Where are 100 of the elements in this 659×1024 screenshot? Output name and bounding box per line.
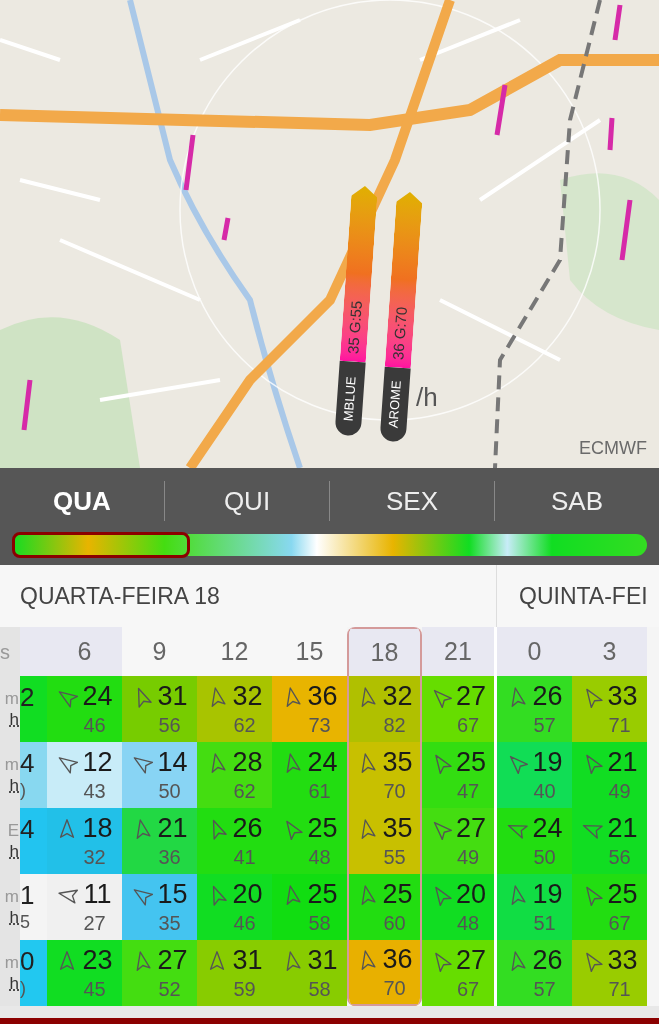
gust-speed: 48: [455, 911, 480, 937]
wind-speed: 36: [307, 679, 338, 713]
gust-speed: 46: [82, 713, 106, 739]
wind-speed: 19: [532, 877, 563, 911]
gust-speed: 62: [232, 779, 256, 805]
gust-speed: 58: [307, 977, 331, 1003]
gust-speed: 60: [382, 911, 406, 937]
wind-speed: 31: [307, 943, 338, 977]
row-label: m: [4, 951, 19, 973]
gust-speed: 45: [82, 977, 106, 1003]
timeline-selection[interactable]: [12, 532, 190, 558]
source-label: ECMWF: [579, 437, 647, 460]
day-heading: QUINTA-FEI: [519, 581, 648, 611]
wind-speed: 12: [82, 745, 113, 779]
wind-speed: 33: [607, 943, 638, 977]
hour-cell[interactable]: 21: [422, 627, 494, 676]
gust-speed: 55: [382, 845, 406, 871]
gust-speed: 67: [455, 713, 480, 739]
wind-speed: 36: [382, 942, 413, 976]
gust-speed: 35: [157, 911, 181, 937]
wind-speed: 25: [382, 877, 413, 911]
gust-speed: 56: [607, 845, 631, 871]
row-label: E: [7, 819, 19, 841]
row-label: m: [4, 753, 19, 775]
wind-speed: 21: [607, 745, 638, 779]
hour-cell[interactable]: 3: [572, 627, 647, 676]
wind-speed: 11: [83, 877, 112, 911]
wind-speed: 26: [232, 811, 263, 845]
hour-cell[interactable]: 0: [497, 627, 572, 676]
gust-speed: 82: [382, 713, 406, 739]
gust-speed: 52: [157, 977, 181, 1003]
gust-speed: 71: [607, 977, 631, 1003]
hour-cell[interactable]: 18: [349, 627, 420, 676]
wind-speed: 21: [607, 811, 638, 845]
row-unit: h: [9, 841, 19, 863]
wind-speed: 19: [532, 745, 563, 779]
gust-speed: 32: [82, 845, 106, 871]
gust-speed: 71: [607, 713, 631, 739]
row-unit: h: [9, 973, 19, 995]
day-tab[interactable]: QUA: [41, 481, 123, 521]
gust-speed: 49: [607, 779, 631, 805]
gust-speed: 51: [532, 911, 556, 937]
gust-speed: 67: [607, 911, 631, 937]
wind-speed: 25: [307, 877, 338, 911]
hour-cell[interactable]: 6: [47, 627, 122, 676]
wind-speed: 24: [532, 811, 563, 845]
gust-speed: 36: [157, 845, 181, 871]
gust-speed: 49: [455, 845, 480, 871]
wind-speed: 27: [157, 943, 188, 977]
gust-speed: 59: [232, 977, 256, 1003]
wind-speed: 14: [157, 745, 188, 779]
wind-cell: 4: [20, 808, 47, 874]
wind-speed: 27: [455, 811, 486, 845]
wind-speed: 18: [82, 811, 113, 845]
wind-speed: 28: [232, 745, 263, 779]
gust-speed: 27: [82, 911, 106, 937]
gust-speed: 58: [307, 911, 331, 937]
wind-speed: 15: [157, 877, 188, 911]
wind-speed: 26: [532, 943, 563, 977]
gust-speed: 41: [232, 845, 256, 871]
wind-speed: 20: [455, 877, 486, 911]
gust-speed: 57: [532, 977, 556, 1003]
wind-speed: 32: [382, 679, 413, 713]
wind-reading: 36 G:70: [388, 305, 411, 361]
gust-speed: 61: [307, 779, 331, 805]
hour-cell: [20, 627, 47, 676]
wind-cell: 2: [20, 676, 47, 742]
wind-speed: 25: [607, 877, 638, 911]
wind-speed: 35: [382, 745, 413, 779]
day-tab[interactable]: QUI: [211, 481, 283, 521]
wind-speed: 27: [455, 943, 486, 977]
row-unit: h: [9, 907, 19, 929]
selected-column-frame[interactable]: 18 32 82 35 70 35 55 25 60 36 70: [347, 627, 422, 1006]
gust-speed: 70: [382, 779, 406, 805]
gust-speed: 57: [532, 713, 556, 739]
wind-speed: 20: [232, 877, 263, 911]
day-tab[interactable]: SEX: [374, 481, 450, 521]
gust-speed: 40: [532, 779, 556, 805]
gust-speed: 67: [455, 977, 480, 1003]
gust-speed: 48: [307, 845, 331, 871]
row-unit: h: [9, 775, 19, 797]
row-unit: h: [9, 709, 19, 731]
row-label: m: [4, 885, 19, 907]
wind-cell: 0 ): [20, 940, 47, 1006]
wind-speed: 23: [82, 943, 113, 977]
gust-speed: 73: [307, 713, 331, 739]
wind-reading: 35 G:55: [343, 299, 366, 355]
gust-speed: 46: [232, 911, 256, 937]
timeline-strip[interactable]: [12, 534, 647, 556]
unit-label: /h: [416, 381, 438, 414]
wind-speed: 25: [307, 811, 338, 845]
gust-speed: 47: [455, 779, 480, 805]
wind-speed: 26: [532, 679, 563, 713]
day-tab[interactable]: SAB: [539, 481, 615, 521]
wind-speed: 33: [607, 679, 638, 713]
row-label: m: [4, 687, 19, 709]
day-heading: QUARTA-FEIRA 18: [20, 581, 220, 611]
gust-speed: 62: [232, 713, 256, 739]
gust-speed: 43: [82, 779, 106, 805]
wind-speed: 31: [232, 943, 263, 977]
